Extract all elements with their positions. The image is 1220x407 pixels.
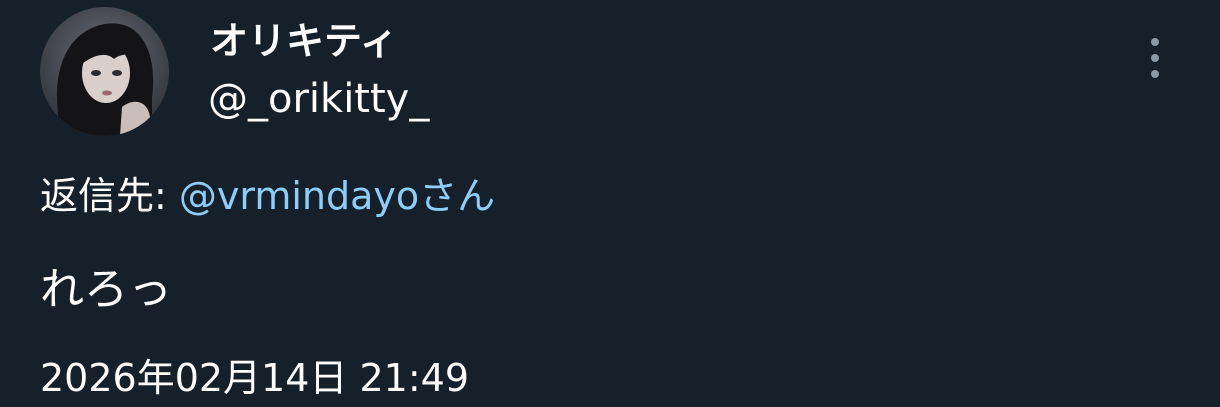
avatar-image [40,7,169,136]
reply-to-honorific: さん [419,174,496,218]
tweet-timestamp[interactable]: 2026年02月14日 21:49 [40,350,469,406]
reply-to-user-link[interactable]: @vrmindayo [179,174,419,218]
author-handle[interactable]: @_orikitty_ [208,72,429,126]
more-vertical-icon-dot [1151,54,1159,62]
tweet-text: れろっ [40,264,172,315]
more-vertical-icon [1151,38,1159,46]
reply-to-label: 返信先: [40,174,179,218]
tweet: オリキティ @_orikitty_ 返信先: @vrmindayoさん れろっ … [0,0,1220,407]
avatar[interactable] [40,7,169,136]
reply-to-line: 返信先: @vrmindayoさん [40,170,495,222]
author-display-name[interactable]: オリキティ [210,14,398,68]
more-vertical-icon-dot [1151,70,1159,78]
more-options-button[interactable] [1136,34,1174,82]
